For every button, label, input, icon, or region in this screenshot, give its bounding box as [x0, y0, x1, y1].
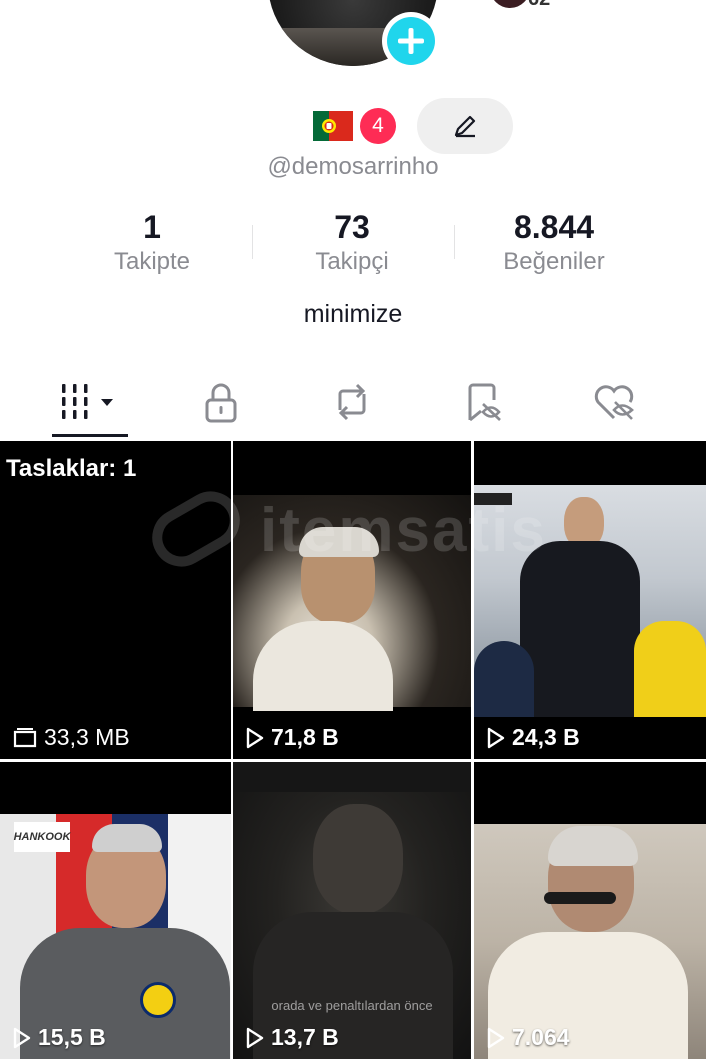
play-icon: [246, 1027, 264, 1048]
watermark-text: itemsatis: [260, 496, 547, 565]
profile-tabs: [0, 370, 706, 440]
repost-icon: [338, 383, 366, 421]
person-head: [313, 804, 403, 914]
username: @demosarrinho: [267, 153, 439, 180]
videos-grid-icon: [62, 384, 113, 419]
tab-private[interactable]: [161, 370, 281, 434]
tab-favorites[interactable]: [423, 370, 543, 434]
lock-icon: [205, 383, 237, 423]
video-views: 13,7 B: [245, 1024, 339, 1051]
following-count: 1: [143, 209, 161, 245]
view-count: 24,3 B: [512, 724, 580, 750]
notification-badge[interactable]: 4: [360, 108, 396, 144]
video-thumbnail-5[interactable]: orada ve penaltılardan önce 13,7 B: [233, 762, 471, 1059]
video-views: 15,5 B: [12, 1024, 106, 1051]
tab-videos[interactable]: [30, 370, 150, 437]
video-views: 7.064: [486, 1024, 570, 1051]
pencil-icon: [454, 115, 476, 138]
view-count: 13,7 B: [271, 1024, 339, 1050]
sponsor-logo: HANKOOK: [14, 822, 70, 852]
video-count: 33,3 MB: [12, 724, 130, 751]
followers-count: 73: [334, 209, 370, 245]
following-label: Takipte: [113, 248, 191, 275]
corner-text: 62: [528, 0, 550, 11]
video-thumbnail-drafts[interactable]: Taslaklar: 1 33,3 MB: [0, 441, 231, 759]
play-icon: [246, 727, 264, 748]
person-hair: [548, 826, 638, 866]
profile-stats: 1 Takipte 73 Takipçi 8.844 Beğeniler: [0, 207, 706, 287]
play-icon: [487, 1027, 505, 1048]
person-body: [253, 621, 393, 711]
video-thumbnail-3[interactable]: 24,3 B: [474, 441, 706, 759]
following-stat[interactable]: 1 Takipte: [52, 207, 252, 277]
club-badge: [140, 982, 176, 1018]
add-avatar-button[interactable]: [382, 12, 440, 70]
view-count: 7.064: [512, 1024, 570, 1050]
followers-label: Takipçi: [315, 248, 389, 275]
video-thumbnail-6[interactable]: 7.064: [474, 762, 706, 1059]
likes-stat[interactable]: 8.844 Beğeniler: [454, 207, 654, 277]
storage-size: 33,3 MB: [44, 724, 130, 750]
profile-bio: minimize: [303, 300, 403, 328]
video-thumbnail-2[interactable]: 71,8 B: [233, 441, 471, 759]
video-views: 24,3 B: [486, 724, 580, 751]
portugal-flag-icon: [313, 111, 353, 141]
play-icon: [487, 727, 505, 748]
person-hair: [92, 824, 162, 852]
tab-reposts[interactable]: [292, 370, 412, 434]
likes-label: Beğeniler: [503, 248, 605, 275]
tab-liked[interactable]: [554, 370, 674, 434]
story-avatar[interactable]: [490, 0, 530, 8]
staff-jacket: [634, 621, 706, 717]
plus-icon: [387, 17, 435, 65]
view-count: 15,5 B: [38, 1024, 106, 1050]
video-thumbnail-4[interactable]: HANKOOK 15,5 B: [0, 762, 231, 1059]
view-count: 71,8 B: [271, 724, 339, 750]
drafts-label: Taslaklar: 1: [6, 455, 137, 482]
video-views: 71,8 B: [245, 724, 339, 751]
glasses: [544, 892, 616, 904]
followers-stat[interactable]: 73 Takipçi: [252, 207, 452, 277]
play-icon: [13, 1027, 31, 1048]
video-subtitle: orada ve penaltılardan önce: [271, 998, 433, 1013]
hidden-likes-icon: [594, 385, 634, 420]
person-body: [520, 541, 640, 717]
folder-icon: [13, 727, 37, 747]
bench-person: [474, 641, 534, 717]
likes-count: 8.844: [513, 209, 595, 245]
hidden-favorites-icon: [468, 383, 501, 422]
edit-profile-button[interactable]: [417, 98, 513, 154]
